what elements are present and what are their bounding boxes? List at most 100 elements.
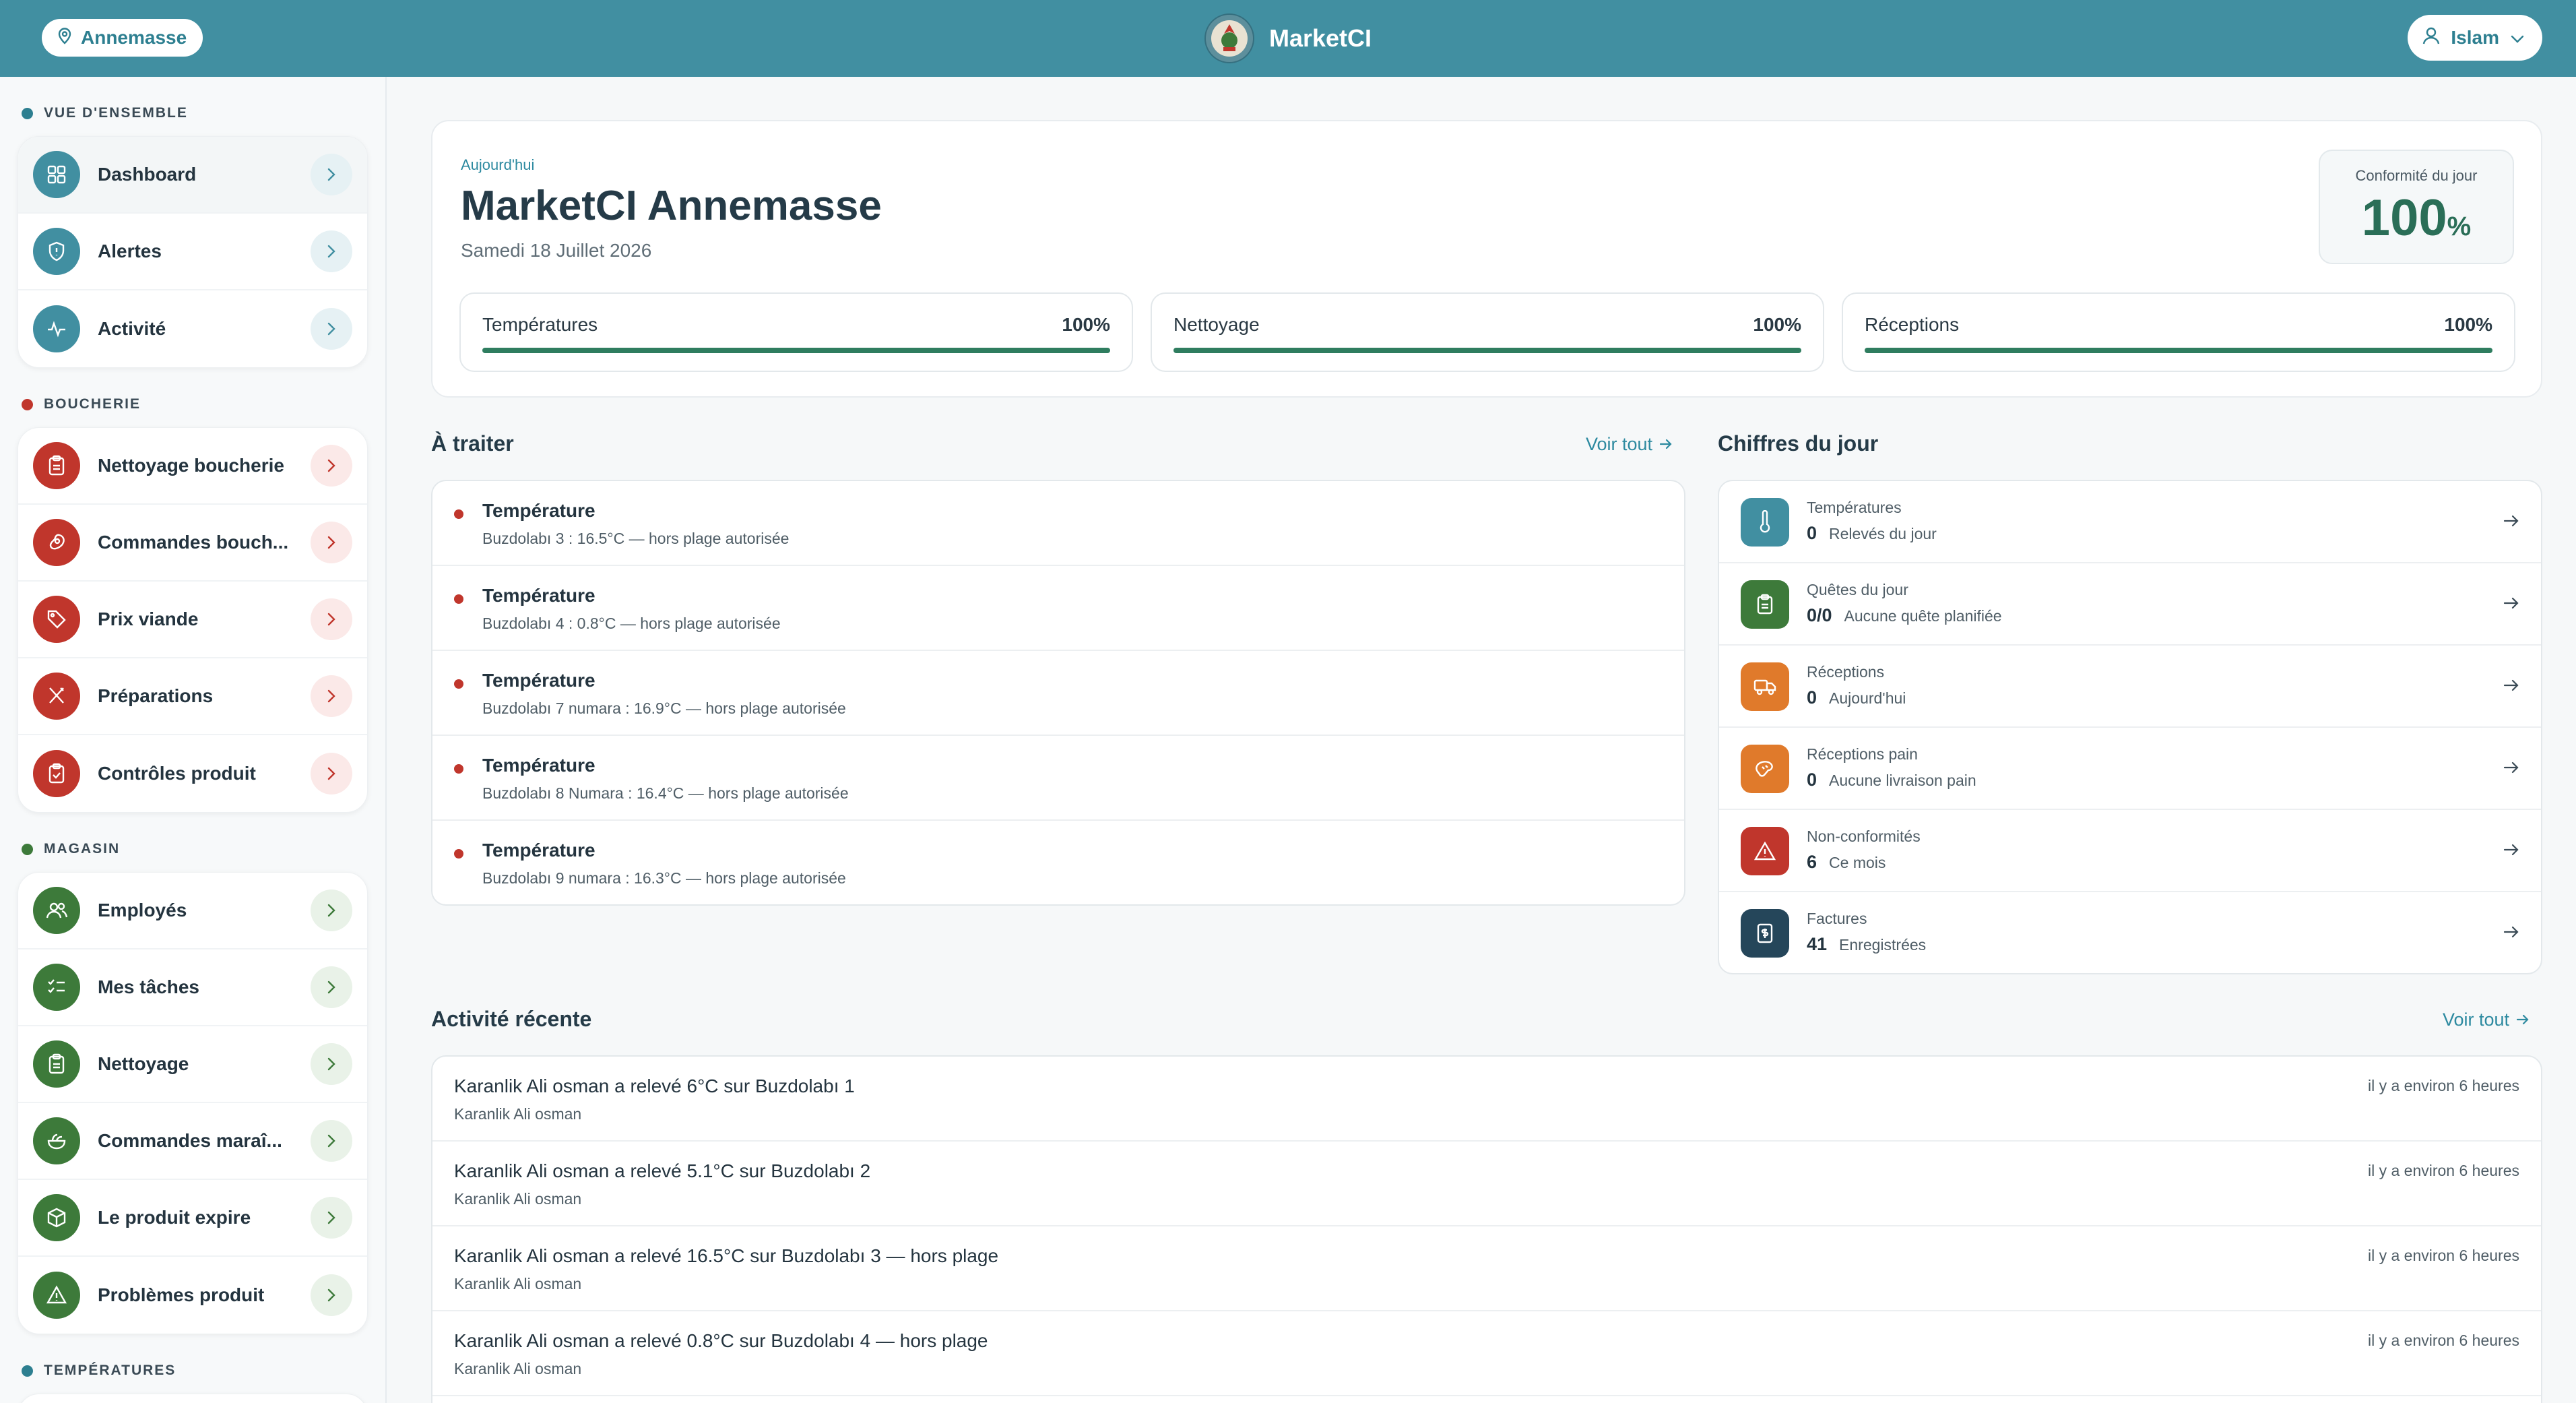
sidebar-item-label: Commandes bouch... — [98, 532, 289, 553]
list-item[interactable]: Température Buzdolabı 7 numara : 16.9°C … — [432, 651, 1684, 736]
section-label-magasin: MAGASIN — [18, 836, 368, 863]
metric-nettoyage[interactable]: Nettoyage 100% — [1151, 292, 1824, 372]
sidebar-item-label: Employés — [98, 900, 187, 921]
nav-group-temperatures — [18, 1394, 368, 1403]
users-icon — [33, 887, 80, 934]
arrow-right-icon — [2516, 1009, 2530, 1030]
activity-item-time: il y a environ 6 heures — [2367, 1247, 2519, 1264]
page-title: MarketCI Annemasse — [461, 183, 882, 229]
sidebar-item-produit-expire[interactable]: Le produit expire — [18, 1180, 367, 1257]
list-item[interactable]: Karanlik Ali osman a relevé 6°C sur Buzd… — [432, 1057, 2541, 1142]
metric-temperatures[interactable]: Températures 100% — [459, 292, 1133, 372]
todo-item-title: Température — [482, 500, 595, 521]
todo-item-title: Température — [482, 670, 595, 691]
stat-value: 6 Ce mois — [1807, 852, 1886, 873]
activity-item-time: il y a environ 6 heures — [2367, 1332, 2519, 1349]
clipboard-icon — [1741, 580, 1789, 629]
clipboard-icon — [33, 1040, 80, 1088]
section-dot — [22, 1365, 33, 1377]
chevron-right-icon — [311, 230, 352, 272]
stat-factures[interactable]: Factures 41 Enregistrées — [1719, 892, 2541, 973]
sidebar-item-label: Alertes — [98, 241, 162, 261]
section-label-overview: VUE D'ENSEMBLE — [18, 100, 368, 127]
sidebar-item-problemes-produit[interactable]: Problèmes produit — [18, 1257, 367, 1334]
chevron-down-icon — [2510, 27, 2525, 49]
stat-receptions-pain[interactable]: Réceptions pain 0 Aucune livraison pain — [1719, 728, 2541, 810]
sidebar-item-activite[interactable]: Activité — [18, 290, 367, 367]
alert-dot — [454, 849, 463, 859]
thermometer-icon — [1741, 498, 1789, 547]
sidebar-item-preparations[interactable]: Préparations — [18, 658, 367, 735]
sidebar-item-commandes-boucherie[interactable]: Commandes bouch... — [18, 505, 367, 582]
alert-dot — [454, 594, 463, 604]
location-pin-icon — [57, 27, 73, 49]
todo-item-detail: Buzdolabı 9 numara : 16.3°C — hors plage… — [482, 869, 846, 887]
list-item[interactable]: Température Buzdolabı 4 : 0.8°C — hors p… — [432, 566, 1684, 651]
metric-receptions[interactable]: Réceptions 100% — [1842, 292, 2515, 372]
todo-item-detail: Buzdolabı 3 : 16.5°C — hors plage autori… — [482, 530, 790, 547]
sidebar-item-label: Activité — [98, 318, 166, 339]
todo-item-detail: Buzdolabı 8 Numara : 16.4°C — hors plage… — [482, 784, 849, 802]
current-date: Samedi 18 Juillet 2026 — [461, 240, 652, 261]
activity-item-time: il y a environ 6 heures — [2367, 1077, 2519, 1094]
nav-group-boucherie: Nettoyage boucherie Commandes bouch... P… — [18, 427, 368, 813]
warning-icon — [1741, 827, 1789, 875]
progress-fill — [1865, 348, 2492, 353]
list-item[interactable]: Karanlik Ali osman a relevé 16.5°C sur B… — [432, 1226, 2541, 1311]
sidebar-item-controles-produit[interactable]: Contrôles produit — [18, 735, 367, 812]
activity-item-title: Karanlik Ali osman a relevé 16.5°C sur B… — [454, 1245, 999, 1266]
sidebar-item-nettoyage[interactable]: Nettoyage — [18, 1026, 367, 1103]
bread-icon — [1741, 745, 1789, 793]
tag-icon — [33, 596, 80, 643]
sidebar-item-partial[interactable] — [18, 1394, 367, 1403]
todo-item-detail: Buzdolabı 4 : 0.8°C — hors plage autoris… — [482, 615, 781, 632]
activity-item-title: Karanlik Ali osman a relevé 6°C sur Buzd… — [454, 1075, 855, 1096]
store-selector[interactable]: Annemasse — [42, 19, 203, 57]
progress-bar — [1173, 348, 1801, 353]
sidebar-item-label: Préparations — [98, 685, 214, 706]
stat-non-conformites[interactable]: Non-conformités 6 Ce mois — [1719, 810, 2541, 892]
metric-value: 100% — [1753, 314, 1801, 335]
sidebar-item-employes[interactable]: Employés — [18, 873, 367, 949]
list-item[interactable]: Température Buzdolabı 3 : 16.5°C — hors … — [432, 481, 1684, 566]
sidebar-item-dashboard[interactable]: Dashboard — [18, 137, 367, 214]
salad-icon — [33, 1117, 80, 1164]
todo-title: À traiter — [431, 431, 514, 456]
nav-group-overview: Dashboard Alertes Activité — [18, 136, 368, 368]
stat-label: Réceptions pain — [1807, 745, 1918, 763]
alert-dot — [454, 764, 463, 774]
list-item[interactable]: Karanlik Ali osman a relevé 0.8°C sur Bu… — [432, 1311, 2541, 1396]
alert-dot — [454, 679, 463, 689]
metric-value: 100% — [1062, 314, 1110, 335]
arrow-right-icon — [2503, 596, 2519, 614]
todo-see-all-link[interactable]: Voir tout — [1586, 434, 1673, 455]
stat-value: 0 Aujourd'hui — [1807, 687, 1906, 708]
list-item[interactable]: Karanlik Ali osman a relevé 5.1°C sur Bu… — [432, 1142, 2541, 1226]
today-label: Aujourd'hui — [461, 156, 535, 173]
stat-temperatures[interactable]: Températures 0 Relevés du jour — [1719, 481, 2541, 563]
progress-bar — [1865, 348, 2492, 353]
stat-quetes[interactable]: Quêtes du jour 0/0 Aucune quête planifiée — [1719, 563, 2541, 646]
todo-item-title: Température — [482, 755, 595, 776]
sidebar-item-mes-taches[interactable]: Mes tâches — [18, 949, 367, 1026]
chevron-right-icon — [311, 675, 352, 717]
stats-title: Chiffres du jour — [1718, 431, 1879, 456]
brand: MarketCI — [1204, 13, 1372, 63]
section-dot — [22, 398, 33, 410]
activity-item-time: il y a environ 6 heures — [2367, 1162, 2519, 1179]
stat-note: Aucune livraison pain — [1829, 772, 1976, 789]
stat-receptions[interactable]: Réceptions 0 Aujourd'hui — [1719, 646, 2541, 728]
overview-card: Aujourd'hui MarketCI Annemasse Samedi 18… — [431, 120, 2542, 398]
metric-name: Températures — [482, 314, 598, 335]
sidebar-item-commandes-maraichage[interactable]: Commandes maraî... — [18, 1103, 367, 1180]
invoice-icon — [1741, 909, 1789, 958]
sidebar-item-nettoyage-boucherie[interactable]: Nettoyage boucherie — [18, 428, 367, 505]
sidebar-item-prix-viande[interactable]: Prix viande — [18, 582, 367, 658]
arrow-right-icon — [2503, 842, 2519, 861]
user-menu-button[interactable]: Islam — [2408, 15, 2542, 61]
stat-number: 0/0 — [1807, 605, 1832, 625]
list-item[interactable]: Température Buzdolabı 9 numara : 16.3°C … — [432, 821, 1684, 904]
sidebar-item-alertes[interactable]: Alertes — [18, 214, 367, 290]
activity-see-all-link[interactable]: Voir tout — [2443, 1009, 2530, 1030]
list-item[interactable]: Température Buzdolabı 8 Numara : 16.4°C … — [432, 736, 1684, 821]
